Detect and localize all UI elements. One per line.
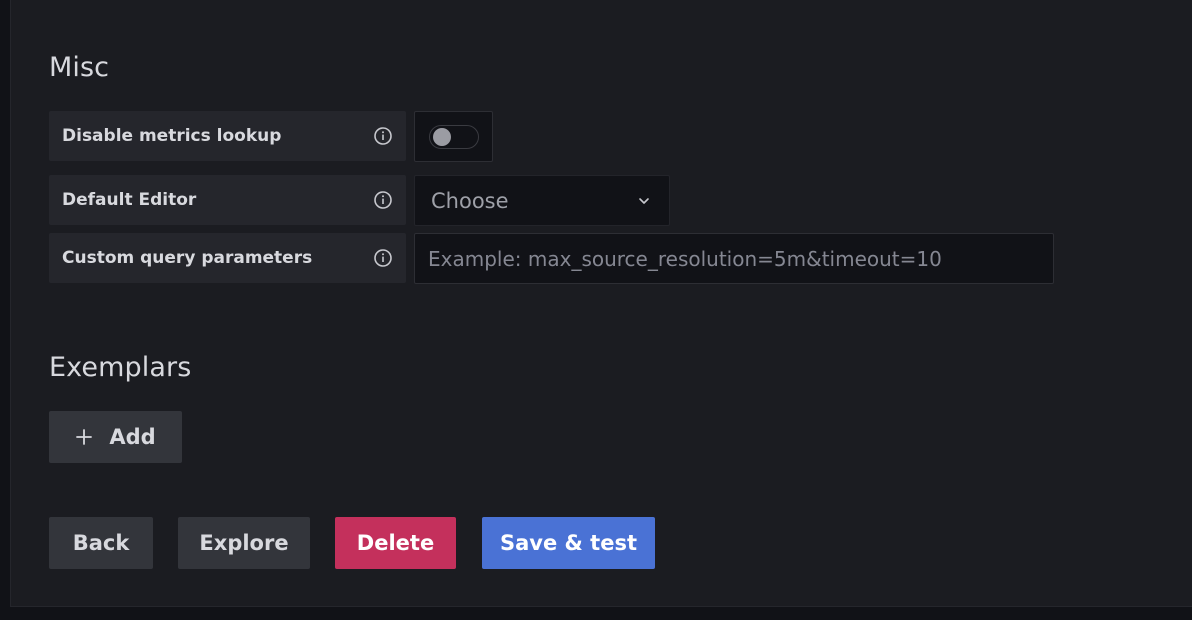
chevron-down-icon — [639, 197, 649, 204]
default-editor-select[interactable]: Choose — [414, 175, 670, 226]
disable-metrics-lookup-label-text: Disable metrics lookup — [62, 126, 282, 146]
delete-button[interactable]: Delete — [335, 517, 456, 569]
custom-query-parameters-input[interactable] — [414, 233, 1054, 284]
info-circle-icon[interactable] — [373, 248, 393, 268]
plus-icon — [76, 429, 93, 445]
back-button[interactable]: Back — [49, 517, 153, 569]
exemplars-section-title: Exemplars — [49, 352, 192, 383]
add-exemplar-button-label: Add — [109, 425, 156, 449]
info-circle-icon[interactable] — [373, 190, 393, 210]
custom-query-parameters-label: Custom query parameters — [49, 233, 406, 283]
add-exemplar-button[interactable]: Add — [49, 411, 182, 463]
settings-panel — [10, 0, 1192, 607]
save-and-test-button[interactable]: Save & test — [482, 517, 655, 569]
default-editor-label-text: Default Editor — [62, 190, 197, 210]
default-editor-select-value: Choose — [431, 188, 509, 213]
toggle-knob — [433, 128, 451, 146]
info-circle-icon[interactable] — [373, 126, 393, 146]
disable-metrics-lookup-toggle[interactable] — [429, 125, 479, 149]
disable-metrics-lookup-label: Disable metrics lookup — [49, 111, 406, 161]
default-editor-label: Default Editor — [49, 175, 406, 225]
custom-query-parameters-label-text: Custom query parameters — [62, 248, 313, 268]
disable-metrics-lookup-toggle-wrapper — [414, 111, 493, 162]
misc-section-title: Misc — [49, 52, 110, 83]
explore-button[interactable]: Explore — [178, 517, 310, 569]
